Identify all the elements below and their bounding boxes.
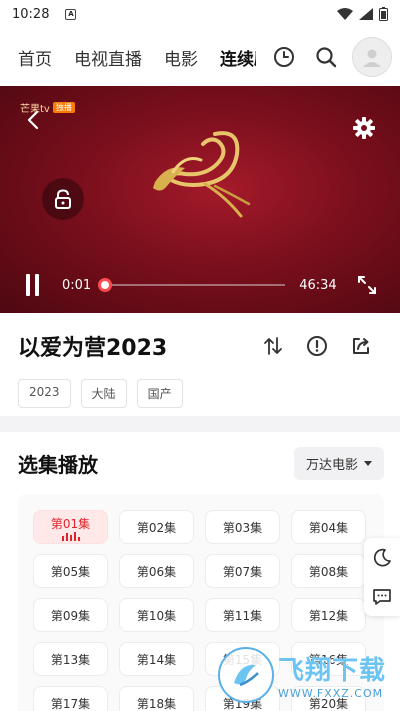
episode-button[interactable]: 第12集 <box>291 598 366 632</box>
tag-region[interactable]: 大陆 <box>80 379 127 408</box>
sort-icon[interactable] <box>262 335 284 357</box>
current-time: 0:01 <box>62 277 92 293</box>
episode-section-title: 选集播放 <box>18 452 98 477</box>
status-bar: 10:28 A <box>0 0 400 28</box>
history-icon[interactable] <box>272 45 296 69</box>
source-label: 万达电影 <box>305 457 358 473</box>
share-icon[interactable] <box>350 335 372 357</box>
report-icon[interactable] <box>306 335 328 357</box>
total-time: 46:34 <box>299 277 337 293</box>
episode-button[interactable]: 第13集 <box>33 642 108 676</box>
title-actions <box>262 335 372 357</box>
tab-movie[interactable]: 电影 <box>164 45 198 70</box>
show-info: 以爱为营2023 2023 大陆 国产 <box>0 313 400 416</box>
channel-logo-tag: 独播 <box>52 102 75 113</box>
episode-button[interactable]: 第05集 <box>33 554 108 588</box>
tab-series[interactable]: 连续剧 <box>220 45 256 70</box>
title-row: 以爱为营2023 <box>18 329 382 363</box>
night-mode-icon[interactable] <box>372 548 392 568</box>
sim-icon: A <box>65 8 77 20</box>
tab-tv-live[interactable]: 电视直播 <box>74 45 142 70</box>
episode-button[interactable]: 第08集 <box>291 554 366 588</box>
player-controls: 0:01 46:34 <box>0 257 400 313</box>
episode-button[interactable]: 第02集 <box>119 510 194 544</box>
tag-year[interactable]: 2023 <box>18 379 71 408</box>
episode-label: 第01集 <box>50 516 91 531</box>
feedback-icon[interactable] <box>372 587 392 607</box>
status-time: 10:28 <box>12 6 50 22</box>
nav-tabs: 首页 电视直播 电影 连续剧 <box>18 45 256 70</box>
battery-icon <box>379 7 388 21</box>
progress-bar[interactable] <box>98 278 286 292</box>
avatar-icon[interactable] <box>352 37 392 77</box>
lock-icon <box>55 189 71 209</box>
video-player[interactable]: 芒果tv 独播 0:01 46:34 <box>0 86 400 313</box>
episode-button[interactable]: 第03集 <box>205 510 280 544</box>
episode-button[interactable]: 第14集 <box>119 642 194 676</box>
episode-button[interactable]: 第09集 <box>33 598 108 632</box>
search-icon[interactable] <box>314 45 338 69</box>
episode-button[interactable]: 第11集 <box>205 598 280 632</box>
watermark-text: 飞翔下载 WWW.FXXZ.COM <box>278 650 386 700</box>
settings-icon[interactable] <box>352 116 376 140</box>
watermark-url: WWW.FXXZ.COM <box>278 687 384 700</box>
show-tags: 2023 大陆 国产 <box>18 379 382 408</box>
fullscreen-icon[interactable] <box>356 274 378 296</box>
episode-button[interactable]: 第17集 <box>33 686 108 711</box>
watermark-cn: 飞翔下载 <box>278 656 387 686</box>
episode-button[interactable]: 第18集 <box>119 686 194 711</box>
episode-button[interactable]: 第06集 <box>119 554 194 588</box>
now-playing-icon <box>61 532 80 541</box>
pause-icon[interactable] <box>22 274 42 296</box>
watermark: 飞翔下载 WWW.FXXZ.COM <box>218 645 390 705</box>
video-frame-artwork <box>153 131 251 218</box>
wifi-icon <box>337 8 353 20</box>
episode-header: 选集播放 万达电影 <box>18 446 384 480</box>
show-title: 以爱为营2023 <box>18 336 168 361</box>
top-navigation: 首页 电视直播 电影 连续剧 <box>0 28 400 86</box>
source-dropdown[interactable]: 万达电影 <box>293 446 384 480</box>
episode-button[interactable]: 第10集 <box>119 598 194 632</box>
episode-button[interactable]: 第04集 <box>291 510 366 544</box>
tab-home[interactable]: 首页 <box>18 45 52 70</box>
progress-handle[interactable] <box>98 278 113 292</box>
signal-icon <box>359 8 373 20</box>
lock-button[interactable] <box>42 178 84 220</box>
nav-actions <box>272 45 338 69</box>
episode-button-active[interactable]: 第01集 <box>33 510 108 544</box>
episode-button[interactable]: 第07集 <box>205 554 280 588</box>
back-icon[interactable] <box>22 108 46 132</box>
caret-down-icon <box>364 460 372 466</box>
watermark-logo-icon <box>218 647 274 703</box>
status-icons <box>337 7 388 21</box>
tag-category[interactable]: 国产 <box>136 379 183 408</box>
floating-dock <box>364 538 400 616</box>
